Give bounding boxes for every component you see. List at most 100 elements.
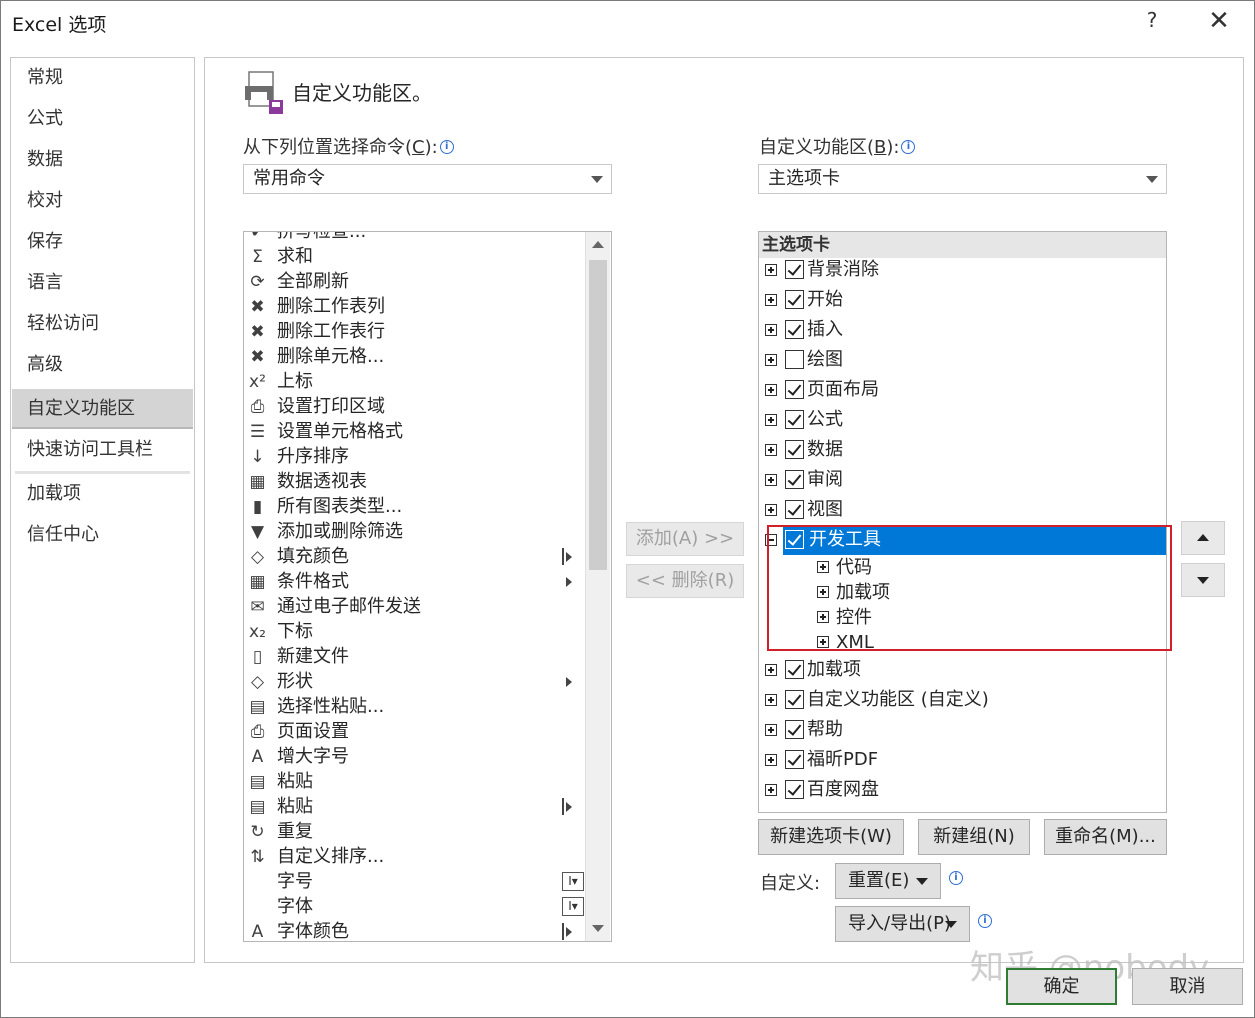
sidebar-item[interactable]: 公式 bbox=[12, 99, 193, 139]
tab-checkbox[interactable] bbox=[785, 290, 804, 309]
expand-icon[interactable] bbox=[765, 724, 777, 736]
reset-button[interactable]: 重置(E) bbox=[835, 863, 941, 899]
list-item[interactable]: ▤ 粘贴 bbox=[244, 794, 584, 819]
tree-tab[interactable]: 背景消除 bbox=[759, 255, 1166, 285]
list-item[interactable]: ▤ 选择性粘贴... bbox=[244, 694, 584, 719]
list-item[interactable]: A 字体颜色 bbox=[244, 919, 584, 941]
list-item[interactable]: ⇅ 自定义排序... bbox=[244, 844, 584, 869]
list-item[interactable]: ↓ 升序排序 bbox=[244, 444, 584, 469]
remove-button[interactable]: << 删除(R) bbox=[626, 564, 744, 598]
sidebar-item[interactable]: 校对 bbox=[12, 181, 193, 221]
expand-icon[interactable] bbox=[765, 294, 777, 306]
list-item[interactable]: ▦ 条件格式 bbox=[244, 569, 584, 594]
tree-tab[interactable]: 自定义功能区 (自定义) bbox=[759, 685, 1166, 715]
help-button[interactable]: ? bbox=[1140, 8, 1164, 36]
tab-checkbox[interactable] bbox=[785, 260, 804, 279]
tree-tab[interactable]: 百度网盘 bbox=[759, 775, 1166, 805]
list-item[interactable]: ↻ 重复 bbox=[244, 819, 584, 844]
tree-tab[interactable]: 审阅 bbox=[759, 465, 1166, 495]
list-item[interactable]: ⎙ 设置打印区域 bbox=[244, 394, 584, 419]
list-item[interactable]: ✖ 删除单元格... bbox=[244, 344, 584, 369]
list-item[interactable]: ◇ 形状 bbox=[244, 669, 584, 694]
list-item[interactable]: x² 上标 bbox=[244, 369, 584, 394]
commands-scrollbar[interactable] bbox=[585, 232, 610, 941]
commands-list[interactable]: ✔ 拼写检查... Σ 求和 ⟳ 全部刷新 ✖ 删除工作表列 ✖ 删除工作表行 ✖ 删除单元格... x… bbox=[243, 231, 612, 942]
ribbon-tabs-combo[interactable]: 主选项卡 bbox=[758, 164, 1167, 194]
tree-tab[interactable]: 开始 bbox=[759, 285, 1166, 315]
tab-checkbox[interactable] bbox=[785, 350, 804, 369]
tree-tab[interactable]: 绘图 bbox=[759, 345, 1166, 375]
tab-checkbox[interactable] bbox=[785, 320, 804, 339]
expand-icon[interactable] bbox=[765, 324, 777, 336]
tab-checkbox[interactable] bbox=[785, 750, 804, 769]
scroll-up-icon[interactable] bbox=[586, 233, 610, 257]
list-item[interactable]: 字体 I▾ bbox=[244, 894, 584, 919]
new-group-button[interactable]: 新建组(N) bbox=[918, 819, 1030, 855]
list-item[interactable]: ▼ 添加或删除筛选 bbox=[244, 519, 584, 544]
close-button[interactable]: ✕ bbox=[1204, 6, 1234, 36]
list-item[interactable]: ✖ 删除工作表列 bbox=[244, 294, 584, 319]
list-item[interactable]: 字号 I▾ bbox=[244, 869, 584, 894]
expand-icon[interactable] bbox=[765, 694, 777, 706]
expand-icon[interactable] bbox=[765, 664, 777, 676]
sidebar-item[interactable]: 轻松访问 bbox=[12, 304, 193, 344]
tab-checkbox[interactable] bbox=[785, 660, 804, 679]
expand-icon[interactable] bbox=[765, 354, 777, 366]
list-item[interactable]: x₂ 下标 bbox=[244, 619, 584, 644]
tab-checkbox[interactable] bbox=[785, 690, 804, 709]
expand-icon[interactable] bbox=[765, 754, 777, 766]
tree-tab[interactable]: 插入 bbox=[759, 315, 1166, 345]
expand-icon[interactable] bbox=[765, 504, 777, 516]
new-tab-button[interactable]: 新建选项卡(W) bbox=[758, 819, 904, 855]
move-down-button[interactable] bbox=[1181, 563, 1225, 597]
sidebar-item[interactable]: 数据 bbox=[12, 140, 193, 180]
tab-checkbox[interactable] bbox=[785, 780, 804, 799]
sidebar-item[interactable]: 语言 bbox=[12, 263, 193, 303]
expand-icon[interactable] bbox=[765, 784, 777, 796]
scroll-thumb[interactable] bbox=[589, 260, 607, 570]
sidebar-item[interactable]: 高级 bbox=[12, 345, 193, 385]
list-item[interactable]: ▤ 粘贴 bbox=[244, 769, 584, 794]
commands-source-combo[interactable]: 常用命令 bbox=[243, 164, 612, 194]
tab-checkbox[interactable] bbox=[785, 380, 804, 399]
tab-checkbox[interactable] bbox=[785, 470, 804, 489]
move-up-button[interactable] bbox=[1181, 521, 1225, 555]
sidebar-item[interactable]: 信任中心 bbox=[12, 515, 193, 555]
scroll-down-icon[interactable] bbox=[586, 916, 610, 940]
sidebar-item[interactable]: 加载项 bbox=[12, 474, 193, 514]
expand-icon[interactable] bbox=[765, 264, 777, 276]
sidebar-item[interactable]: 快速访问工具栏 bbox=[12, 430, 193, 470]
list-item[interactable]: ✔ 拼写检查... bbox=[244, 232, 584, 244]
ribbon-tree[interactable]: 主选项卡 背景消除 开始 插入 绘图 页面布局 公式 数据 审阅 视图 开发工具 代码 加载项 控件 XM… bbox=[758, 231, 1167, 813]
list-item[interactable]: ✉ 通过电子邮件发送 bbox=[244, 594, 584, 619]
sidebar-item[interactable]: 常规 bbox=[12, 58, 193, 98]
tab-checkbox[interactable] bbox=[785, 500, 804, 519]
tree-tab[interactable]: 页面布局 bbox=[759, 375, 1166, 405]
list-item[interactable]: A 增大字号 bbox=[244, 744, 584, 769]
rename-button[interactable]: 重命名(M)... bbox=[1044, 819, 1167, 855]
tab-checkbox[interactable] bbox=[785, 410, 804, 429]
list-item[interactable]: ☰ 设置单元格格式 bbox=[244, 419, 584, 444]
cancel-button[interactable]: 取消 bbox=[1132, 968, 1243, 1005]
list-item[interactable]: ▦ 数据透视表 bbox=[244, 469, 584, 494]
list-item[interactable]: ▯ 新建文件 bbox=[244, 644, 584, 669]
add-button[interactable]: 添加(A) >> bbox=[626, 522, 744, 556]
sidebar-item[interactable]: 自定义功能区 bbox=[12, 389, 193, 429]
tree-tab[interactable]: 数据 bbox=[759, 435, 1166, 465]
tree-tab[interactable]: 福昕PDF bbox=[759, 745, 1166, 775]
tab-checkbox[interactable] bbox=[785, 440, 804, 459]
tab-checkbox[interactable] bbox=[785, 720, 804, 739]
tree-tab[interactable]: 公式 bbox=[759, 405, 1166, 435]
ok-button[interactable]: 确定 bbox=[1006, 968, 1117, 1005]
tree-tab[interactable]: 帮助 bbox=[759, 715, 1166, 745]
tree-tab[interactable]: 加载项 bbox=[759, 655, 1166, 685]
expand-icon[interactable] bbox=[765, 444, 777, 456]
list-item[interactable]: ⎙ 页面设置 bbox=[244, 719, 584, 744]
import-export-button[interactable]: 导入/导出(P) bbox=[835, 906, 970, 942]
list-item[interactable]: Σ 求和 bbox=[244, 244, 584, 269]
list-item[interactable]: ⟳ 全部刷新 bbox=[244, 269, 584, 294]
expand-icon[interactable] bbox=[765, 474, 777, 486]
list-item[interactable]: ▮ 所有图表类型... bbox=[244, 494, 584, 519]
expand-icon[interactable] bbox=[765, 384, 777, 396]
list-item[interactable]: ✖ 删除工作表行 bbox=[244, 319, 584, 344]
